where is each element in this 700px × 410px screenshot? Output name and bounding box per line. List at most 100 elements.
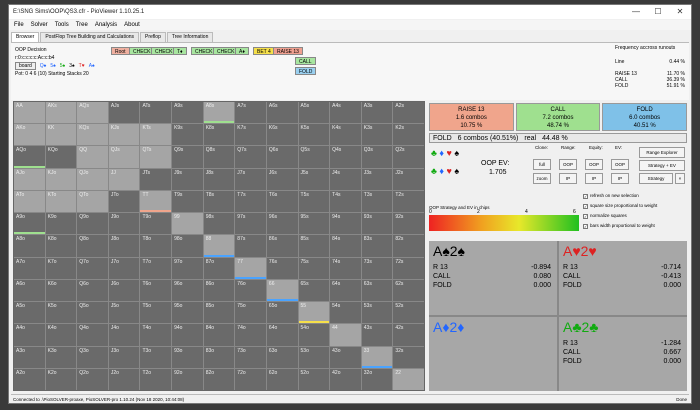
hand-cell[interactable]: K2o xyxy=(45,368,77,390)
hand-cell[interactable]: J3s xyxy=(361,168,393,190)
hand-cell[interactable]: Q2o xyxy=(77,368,108,390)
hand-cell[interactable]: 82s xyxy=(393,235,424,257)
hand-cell[interactable]: K3s xyxy=(361,124,393,146)
hand-cell[interactable]: 32s xyxy=(393,346,424,368)
maximize-button[interactable]: ☐ xyxy=(647,5,669,19)
hand-cell[interactable]: K6s xyxy=(266,124,298,146)
hand-cell[interactable]: 99 xyxy=(172,213,203,235)
hand-cell[interactable]: 22 xyxy=(393,368,424,390)
hand-cell[interactable]: 95s xyxy=(298,213,330,235)
hand-cell[interactable]: 93o xyxy=(172,346,203,368)
tree-node[interactable]: CALL xyxy=(295,57,316,65)
hand-cell[interactable]: A8o xyxy=(14,235,45,257)
hand-cell[interactable]: J7s xyxy=(235,168,266,190)
menu-analysis[interactable]: Analysis xyxy=(95,22,117,28)
hand-cell[interactable]: 76s xyxy=(266,257,298,279)
hand-cell[interactable]: 82o xyxy=(203,368,235,390)
hand-cell[interactable]: T7s xyxy=(235,190,266,213)
hand-cell[interactable]: 33 xyxy=(361,346,393,368)
hand-cell[interactable]: J9s xyxy=(172,168,203,190)
hand-cell[interactable]: 74o xyxy=(235,324,266,346)
hand-cell[interactable]: K6o xyxy=(45,279,77,302)
range-explorer-button[interactable]: Range Explorer xyxy=(639,147,685,158)
hand-cell[interactable]: J4s xyxy=(330,168,361,190)
hand-cell[interactable]: K8s xyxy=(203,124,235,146)
hand-cell[interactable]: A3s xyxy=(361,102,393,124)
spade-icon[interactable]: ♠ xyxy=(454,166,459,176)
hand-cell[interactable]: 43s xyxy=(361,324,393,346)
hand-cell[interactable]: A5s xyxy=(298,102,330,124)
hand-cell[interactable]: 55 xyxy=(298,302,330,324)
hand-cell[interactable]: T6o xyxy=(140,279,172,302)
suit-combo-panel[interactable]: A♥2♥ R 13 -0.714 CALL -0.413 FOLD 0.000 xyxy=(559,241,687,315)
hand-cell[interactable]: 72o xyxy=(235,368,266,390)
hand-cell[interactable]: K9s xyxy=(172,124,203,146)
hand-cell[interactable]: QJs xyxy=(108,146,140,168)
hand-cell[interactable]: 87s xyxy=(235,235,266,257)
hand-cell[interactable]: 92s xyxy=(393,213,424,235)
clone-full-button[interactable]: full xyxy=(533,159,551,170)
hand-cell[interactable]: 42o xyxy=(330,368,361,390)
checkbox-icon[interactable]: ✓ xyxy=(583,223,588,229)
hand-cell[interactable]: 65s xyxy=(298,279,330,302)
hand-cell[interactable]: K3o xyxy=(45,346,77,368)
hand-cell[interactable]: A6s xyxy=(266,102,298,124)
hand-cell[interactable]: 52o xyxy=(298,368,330,390)
hand-cell[interactable]: Q4o xyxy=(77,324,108,346)
hand-cell[interactable]: Q3o xyxy=(77,346,108,368)
hand-cell[interactable]: 73s xyxy=(361,257,393,279)
hand-cell[interactable]: J3o xyxy=(108,346,140,368)
hand-cell[interactable]: 73o xyxy=(235,346,266,368)
hand-cell[interactable]: KQs xyxy=(77,124,108,146)
hand-cell[interactable]: A4s xyxy=(330,102,361,124)
option-checkbox[interactable]: ✓ normalize squares xyxy=(583,211,687,221)
hand-cell[interactable]: A7s xyxy=(235,102,266,124)
hand-cell[interactable]: 62o xyxy=(266,368,298,390)
strategy-close-button[interactable]: × xyxy=(675,173,685,184)
heart-icon[interactable]: ♥ xyxy=(447,148,452,158)
hand-cell[interactable]: AQo xyxy=(14,146,45,168)
hand-cell[interactable]: T6s xyxy=(266,190,298,213)
hand-cell[interactable]: AJs xyxy=(108,102,140,124)
hand-cell[interactable]: QQ xyxy=(77,146,108,168)
hand-cell[interactable]: T9s xyxy=(172,190,203,213)
hand-cell[interactable]: 94s xyxy=(330,213,361,235)
hand-cell[interactable]: T8s xyxy=(203,190,235,213)
hand-cell[interactable]: T7o xyxy=(140,257,172,279)
hand-cell[interactable]: AQs xyxy=(77,102,108,124)
hand-cell[interactable]: 98s xyxy=(203,213,235,235)
hand-cell[interactable]: 54o xyxy=(298,324,330,346)
hand-cell[interactable]: 95o xyxy=(172,302,203,324)
hand-cell[interactable]: K7s xyxy=(235,124,266,146)
hand-cell[interactable]: T3s xyxy=(361,190,393,213)
hand-cell[interactable]: K4s xyxy=(330,124,361,146)
hand-cell[interactable]: T2o xyxy=(140,368,172,390)
suit-combo-panel[interactable]: A♠2♠ R 13 -0.894 CALL 0.080 FOLD 0.000 xyxy=(429,241,557,315)
hand-cell[interactable]: A5o xyxy=(14,302,45,324)
strategy-ev-button[interactable]: Strategy + EV xyxy=(639,160,685,171)
hand-cell[interactable]: J7o xyxy=(108,257,140,279)
minimize-button[interactable]: — xyxy=(625,5,647,19)
hand-cell[interactable]: 72s xyxy=(393,257,424,279)
option-checkbox[interactable]: ✓ bars width proportional to weight xyxy=(583,221,687,231)
hand-cell[interactable]: QTs xyxy=(140,146,172,168)
tab-tree-info[interactable]: Tree Information xyxy=(166,32,214,42)
hand-cell[interactable]: KTo xyxy=(45,190,77,213)
hand-cell[interactable]: 52s xyxy=(393,302,424,324)
hand-cell[interactable]: J9o xyxy=(108,213,140,235)
hand-cell[interactable]: A6o xyxy=(14,279,45,302)
heart-icon[interactable]: ♥ xyxy=(447,166,452,176)
club-icon[interactable]: ♣ xyxy=(431,148,437,158)
hand-cell[interactable]: JJ xyxy=(108,168,140,190)
hand-cell[interactable]: ATo xyxy=(14,190,45,213)
ev-ip-button[interactable]: IP xyxy=(611,173,629,184)
strategy-button[interactable]: Strategy xyxy=(639,173,673,184)
hand-cell[interactable]: KJs xyxy=(108,124,140,146)
hand-cell[interactable]: J2o xyxy=(108,368,140,390)
hand-cell[interactable]: 75s xyxy=(298,257,330,279)
hand-cell[interactable]: Q3s xyxy=(361,146,393,168)
tree-node[interactable]: T♦ xyxy=(173,47,187,55)
hand-cell[interactable]: A9s xyxy=(172,102,203,124)
club-icon[interactable]: ♣ xyxy=(431,166,437,176)
hand-cell[interactable]: 84s xyxy=(330,235,361,257)
